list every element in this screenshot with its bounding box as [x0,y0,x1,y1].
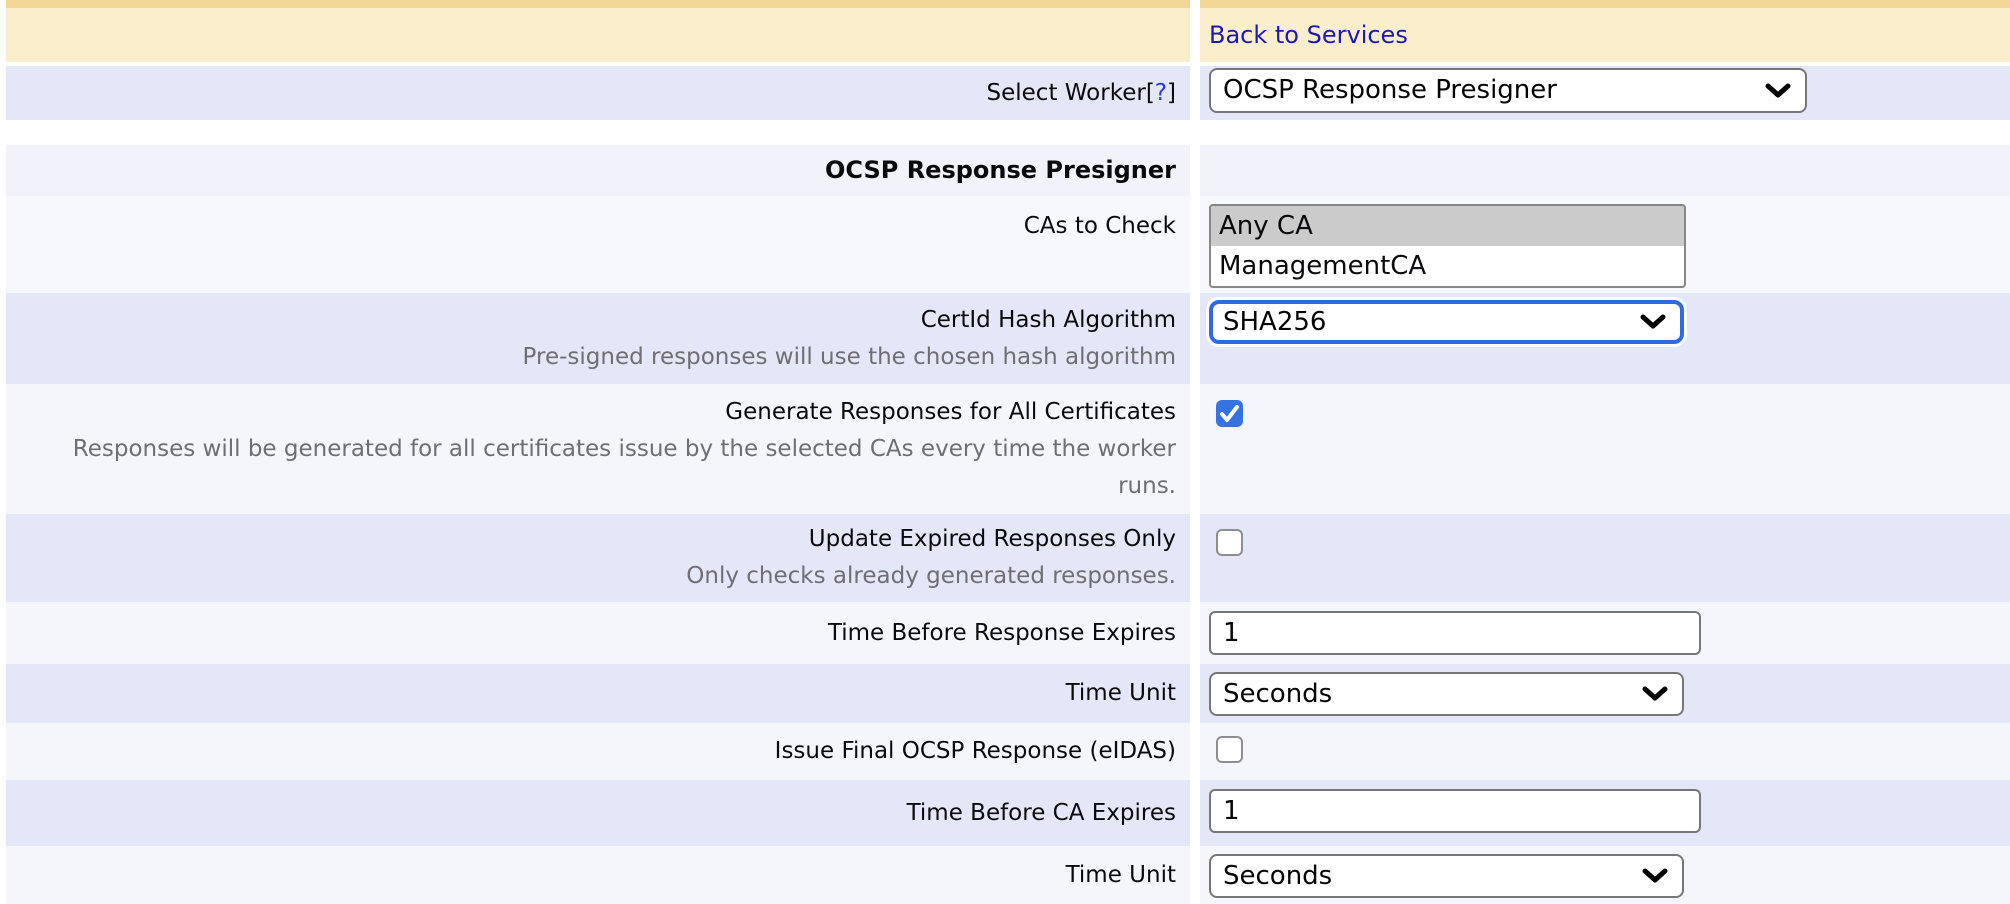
issue-final-row: Issue Final OCSP Response (eIDAS) [6,723,2010,780]
worker-select[interactable]: OCSP Response Presigner [1209,68,1807,113]
top-accent-strip [6,0,2010,8]
time-unit-response-select[interactable]: Seconds [1209,672,1684,716]
select-worker-label: Select Worker[?] [987,75,1176,112]
update-expired-label: Update Expired Responses Only [809,521,1176,558]
time-unit-response-row: Time Unit Seconds [6,664,2010,723]
generate-all-checkbox[interactable] [1216,400,1243,427]
time-before-response-row: Time Before Response Expires [6,602,2010,664]
time-unit-response-label: Time Unit [1066,675,1176,712]
time-before-response-label: Time Before Response Expires [828,615,1176,652]
chevron-down-icon [1642,868,1668,884]
edit-services-page: Back to Services Select Worker[?] OCSP R… [0,0,2010,904]
cas-to-check-label: CAs to Check [1024,208,1176,245]
back-to-services-link[interactable]: Back to Services [1209,20,2010,50]
chevron-down-icon [1642,686,1668,702]
chevron-down-icon [1765,83,1791,99]
listbox-option-managementca[interactable]: ManagementCA [1211,246,1684,286]
generate-all-label: Generate Responses for All Certificates [725,394,1176,431]
help-link[interactable]: ? [1155,80,1167,106]
time-unit-ca-label: Time Unit [1066,857,1176,894]
time-unit-ca-select[interactable]: Seconds [1209,854,1684,898]
update-expired-helper: Only checks already generated responses. [686,558,1176,595]
hash-algorithm-select[interactable]: SHA256 [1209,300,1684,344]
listbox-option-any-ca[interactable]: Any CA [1211,206,1684,246]
hash-algorithm-label: CertId Hash Algorithm [921,302,1176,339]
update-expired-row: Update Expired Responses Only Only check… [6,514,2010,602]
worker-title: OCSP Response Presigner [825,152,1176,189]
cas-listbox[interactable]: Any CA ManagementCA [1209,204,1686,288]
time-unit-ca-row: Time Unit Seconds [6,846,2010,904]
section-gap [6,120,2010,145]
generate-all-row: Generate Responses for All Certificates … [6,384,2010,514]
update-expired-checkbox[interactable] [1216,529,1243,556]
issue-final-label: Issue Final OCSP Response (eIDAS) [775,733,1176,770]
hash-algorithm-row: CertId Hash Algorithm Pre-signed respons… [6,293,2010,384]
checkmark-icon [1216,400,1243,431]
select-worker-row: Select Worker[?] OCSP Response Presigner [6,66,2010,120]
hash-algorithm-helper: Pre-signed responses will use the chosen… [523,339,1176,376]
time-before-ca-label: Time Before CA Expires [907,795,1176,832]
time-before-response-input[interactable] [1209,611,1701,655]
header-row: Back to Services [6,8,2010,62]
chevron-down-icon [1640,314,1666,330]
time-before-ca-input[interactable] [1209,789,1701,833]
cas-to-check-row: CAs to Check Any CA ManagementCA [6,196,2010,293]
generate-all-helper-line2: runs. [1118,468,1176,505]
issue-final-checkbox[interactable] [1216,736,1243,763]
worker-title-row: OCSP Response Presigner [6,145,2010,196]
time-before-ca-row: Time Before CA Expires [6,780,2010,846]
generate-all-helper-line1: Responses will be generated for all cert… [73,431,1176,468]
